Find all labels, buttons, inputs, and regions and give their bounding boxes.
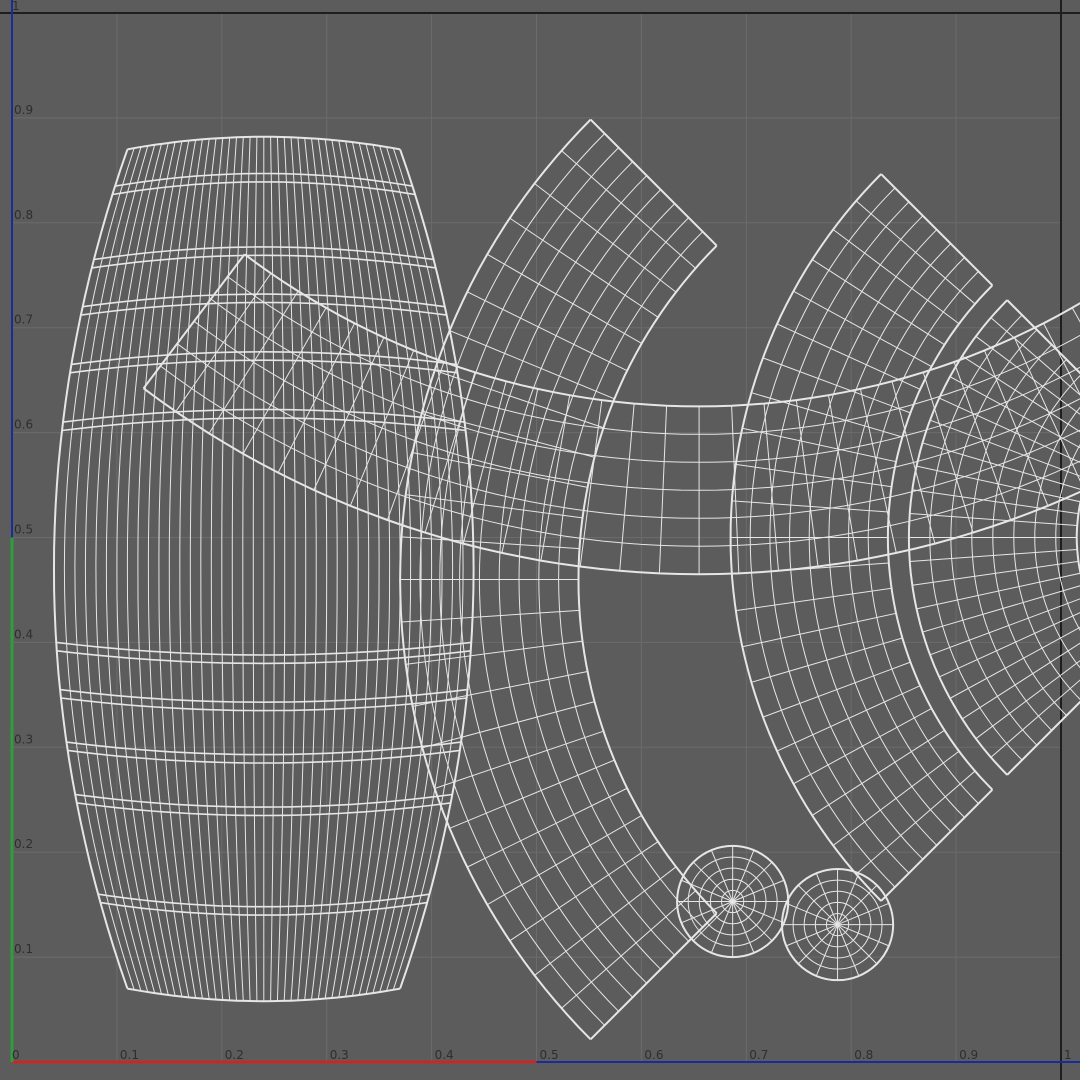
v-tick-label: 0.8: [14, 208, 33, 222]
u-tick-label: 0.7: [749, 1048, 768, 1062]
cap-disc-left[interactable]: [676, 844, 790, 959]
uv-texture-editor[interactable]: 0 1 0.1 0.2 0.3 0.4 0.5 0.6 0.7 0.8 0.9 1 0.1 0.2 0.…: [0, 0, 1080, 1080]
u-tick-label: 0.4: [435, 1048, 454, 1062]
v-tick-label: 0.2: [14, 837, 33, 851]
u-tick-label: 0.3: [330, 1048, 349, 1062]
u-tick-label: 0.1: [120, 1048, 139, 1062]
v-tick-label: 0.3: [14, 732, 33, 746]
corner-label: 1: [12, 0, 20, 13]
v-tick-label: 0.4: [14, 627, 33, 641]
u-tick-label: 1: [1064, 1048, 1072, 1062]
v-tick-label: 0.6: [14, 418, 33, 432]
u-tick-label: 0.2: [225, 1048, 244, 1062]
u-tick-label: 0.9: [959, 1048, 978, 1062]
body-shell[interactable]: [52, 135, 475, 1003]
origin-label: 0: [12, 1048, 20, 1062]
u-tick-label: 0.6: [644, 1048, 663, 1062]
v-tick-label: 0.9: [14, 103, 33, 117]
v-tick-label: 0.7: [14, 313, 33, 327]
v-tick-label: 0.5: [14, 523, 33, 537]
uv-viewport[interactable]: 0 1 0.1 0.2 0.3 0.4 0.5 0.6 0.7 0.8 0.9 1 0.1 0.2 0.…: [0, 0, 1080, 1080]
cap-disc-right[interactable]: [780, 867, 895, 982]
u-tick-label: 0.8: [854, 1048, 873, 1062]
v-tick-label: 0.1: [14, 942, 33, 956]
u-tick-label: 0.5: [540, 1048, 559, 1062]
